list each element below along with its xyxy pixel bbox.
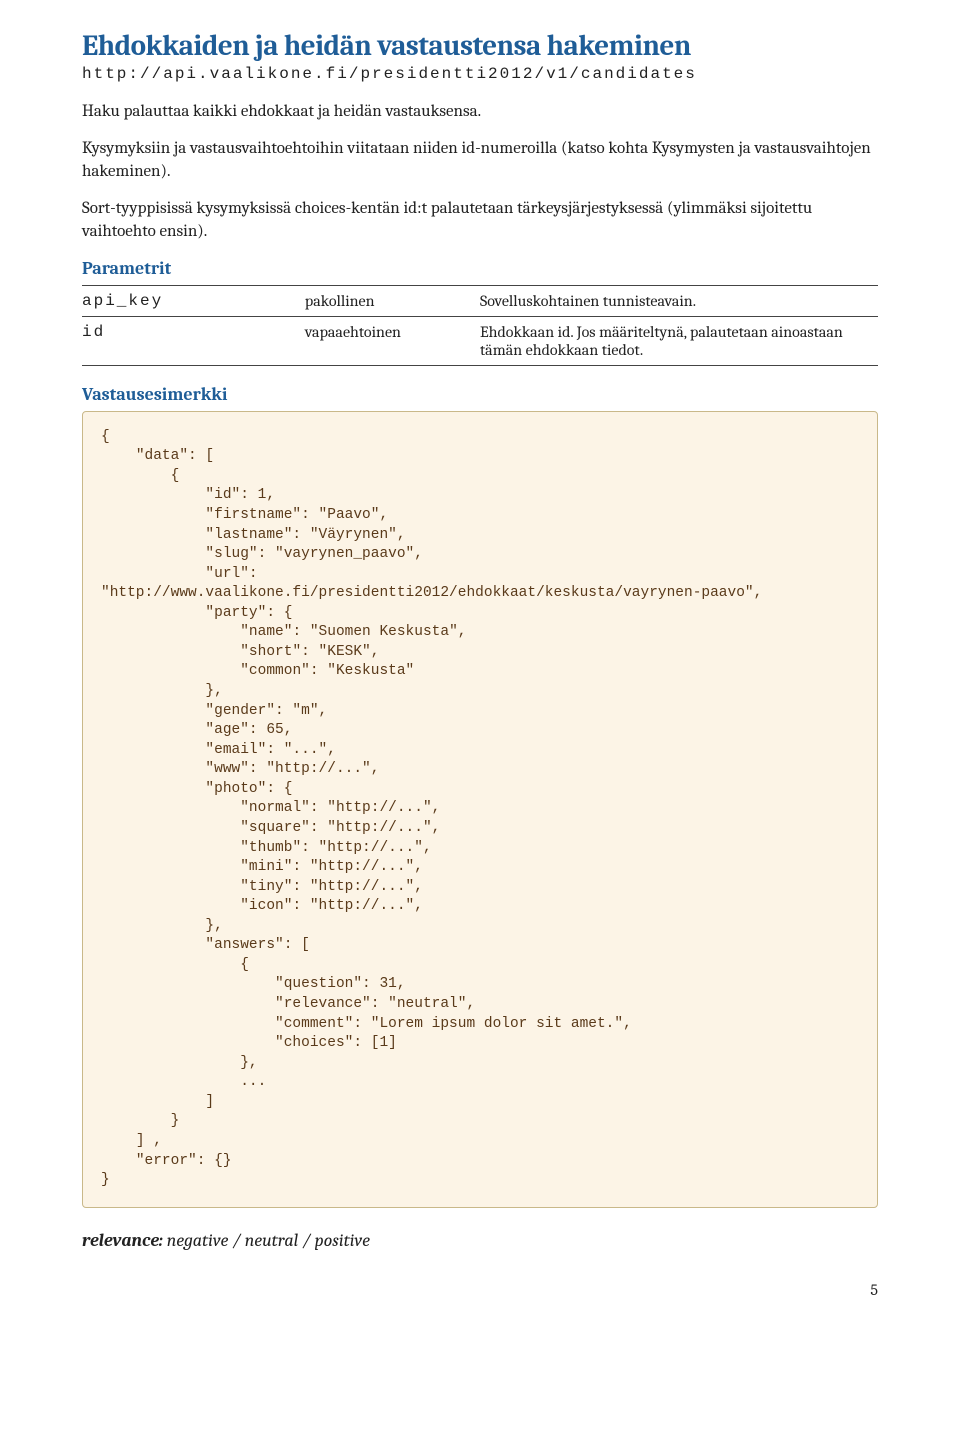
param-name: api_key [82, 285, 305, 316]
response-example-code: { "data": [ { "id": 1, "firstname": "Paa… [82, 411, 878, 1208]
table-row: api_key pakollinen Sovelluskohtainen tun… [82, 285, 878, 316]
param-required: pakollinen [305, 285, 480, 316]
footnote-label: relevance: [82, 1230, 163, 1251]
intro-paragraph-3: Sort-tyyppisissä kysymyksissä choices-ke… [82, 198, 878, 244]
parameters-table: api_key pakollinen Sovelluskohtainen tun… [82, 285, 878, 366]
footnote-values: negative / neutral / positive [163, 1230, 370, 1251]
page-number: 5 [82, 1281, 878, 1299]
param-name: id [82, 316, 305, 365]
intro-paragraph-2: Kysymyksiin ja vastausvaihtoehtoihin vii… [82, 138, 878, 184]
param-description: Ehdokkaan id. Jos määriteltynä, palautet… [480, 316, 878, 365]
section-heading-parametrit: Parametrit [82, 258, 878, 279]
endpoint-url: http://api.vaalikone.fi/presidentti2012/… [82, 65, 878, 83]
param-description: Sovelluskohtainen tunnisteavain. [480, 285, 878, 316]
page-title: Ehdokkaiden ja heidän vastaustensa hakem… [82, 30, 878, 63]
section-heading-vastaus: Vastausesimerkki [82, 384, 878, 405]
param-required: vapaaehtoinen [305, 316, 480, 365]
table-row: id vapaaehtoinen Ehdokkaan id. Jos määri… [82, 316, 878, 365]
relevance-footnote: relevance: negative / neutral / positive [82, 1230, 878, 1251]
intro-paragraph-1: Haku palauttaa kaikki ehdokkaat ja heidä… [82, 101, 878, 124]
